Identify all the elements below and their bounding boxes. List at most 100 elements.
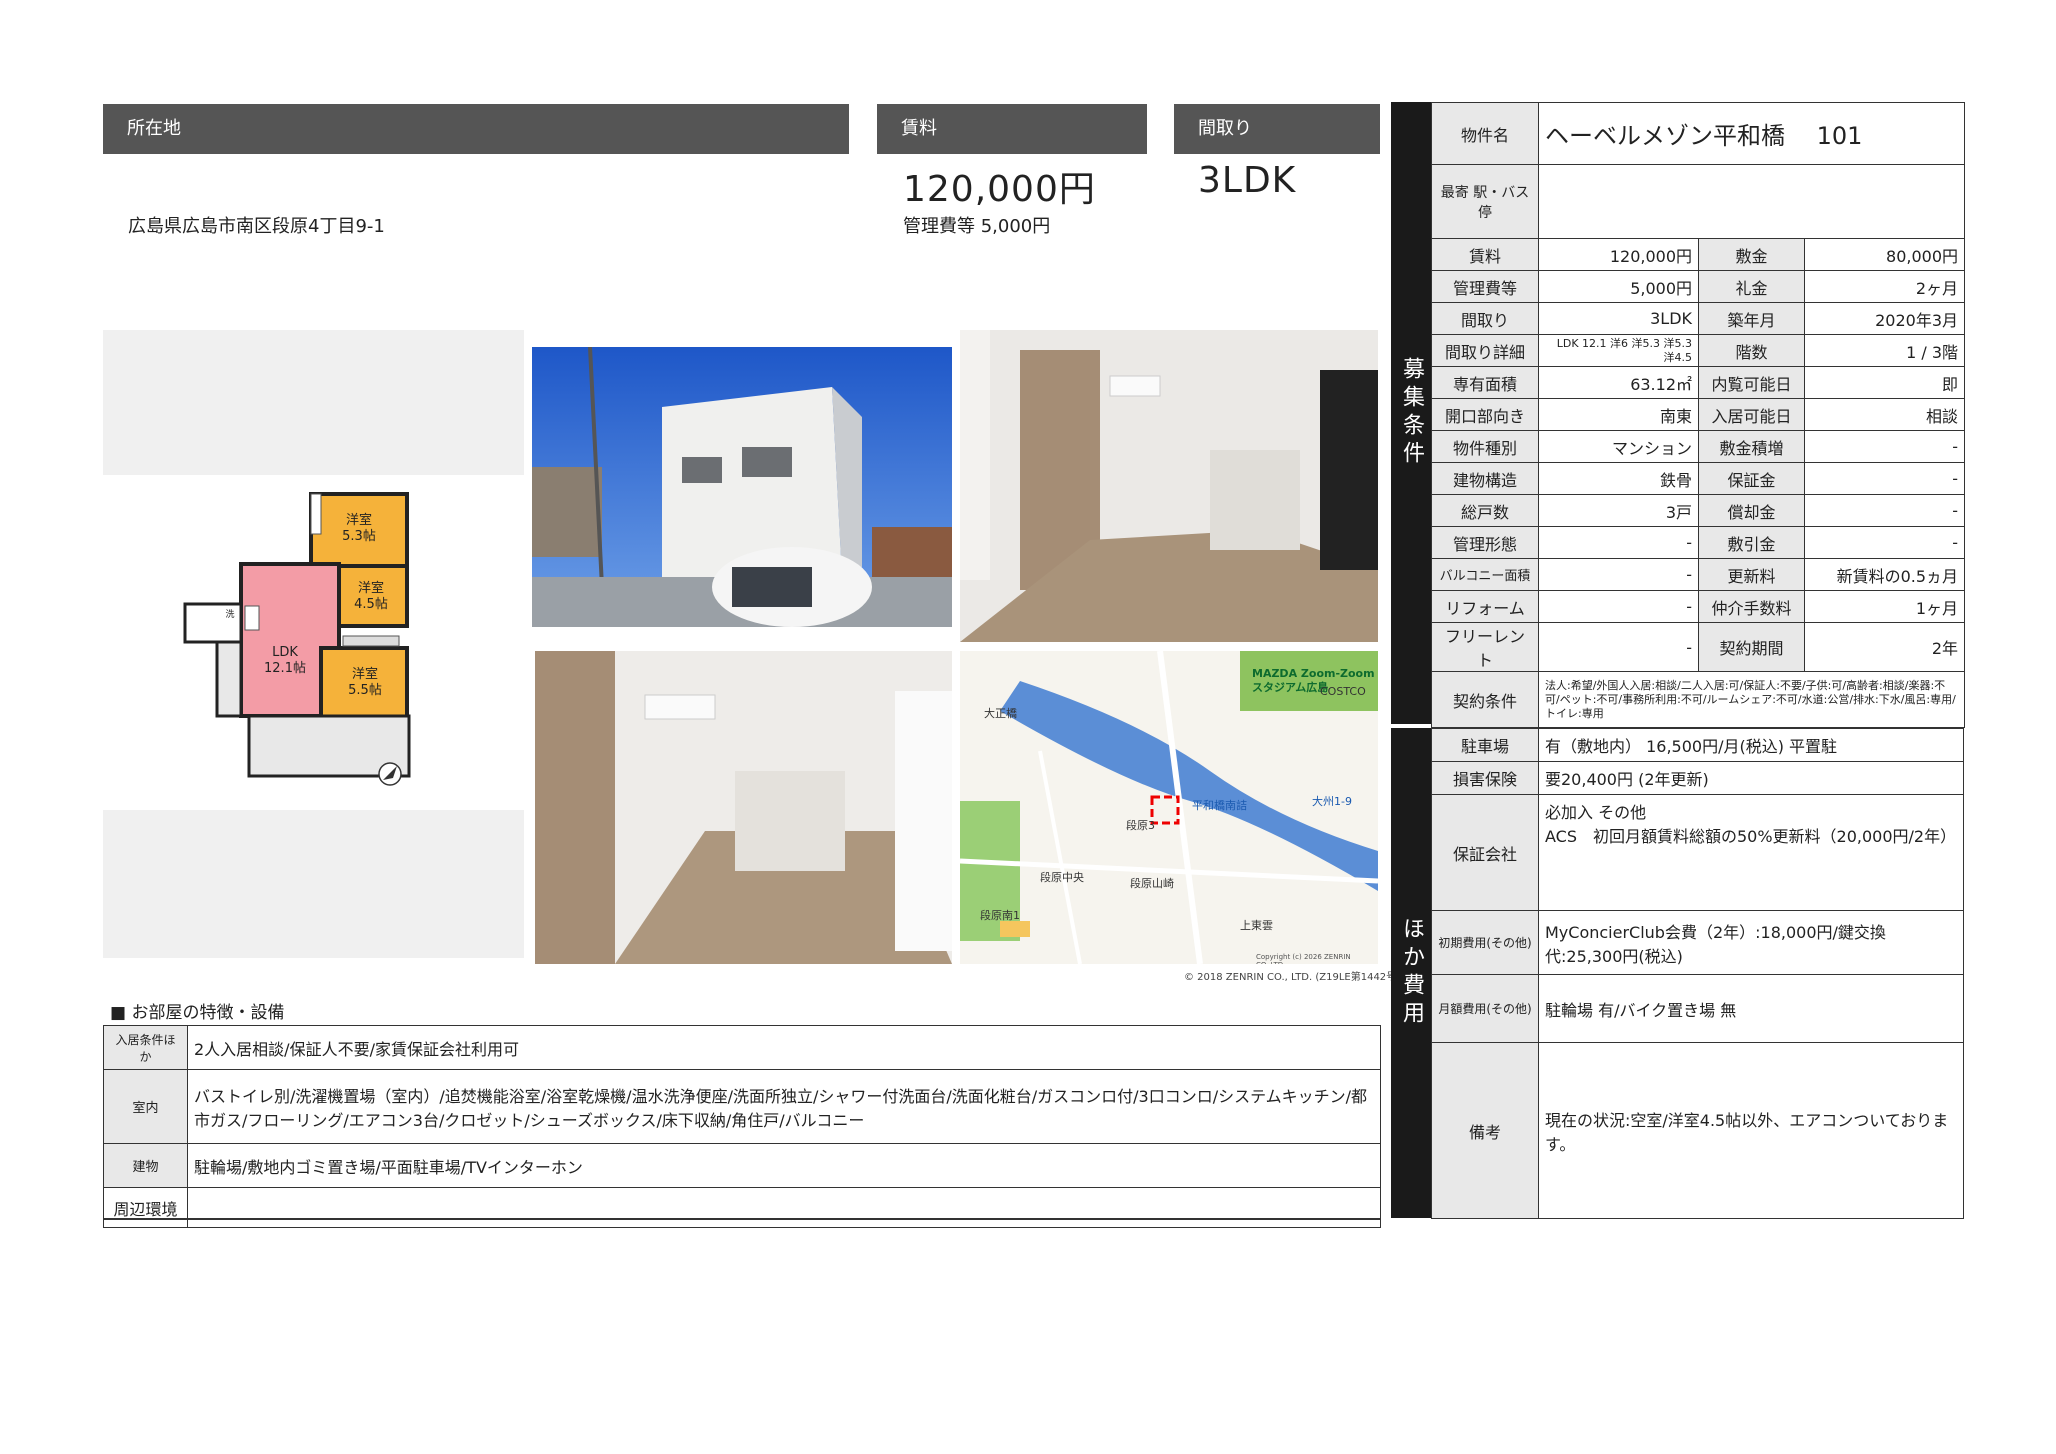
cond-label: 専有面積 bbox=[1431, 366, 1539, 399]
cond-value: - bbox=[1538, 558, 1699, 591]
cond-value: 新賃料の0.5ヵ月 bbox=[1803, 558, 1966, 591]
property-name-row: 物件名 ヘーベルメゾン平和橋 101 bbox=[1431, 102, 1966, 165]
cond-value: LDK 12.1 洋6 洋5.3 洋5.3 洋4.5 bbox=[1538, 334, 1699, 367]
features-value: 2人入居相談/保証人不要/家賃保証会社利用可 bbox=[187, 1025, 1381, 1070]
rent-label: 賃料 bbox=[901, 118, 937, 139]
floorplan-bottom-gray bbox=[103, 810, 524, 958]
map-label-3: 平和橋南詰 bbox=[1192, 799, 1247, 812]
contract-value: 法人:希望/外国人入居:相談/二人入居:可/保証人:不要/子供:可/高齢者:相談… bbox=[1537, 671, 1966, 728]
cond-label: 間取り bbox=[1431, 302, 1539, 335]
cond-value: 63.12㎡ bbox=[1538, 366, 1699, 399]
features-row: 建物 駐輪場/敷地内ゴミ置き場/平面駐車場/TVインターホン bbox=[103, 1143, 1381, 1188]
cost-label: 損害保険 bbox=[1431, 761, 1539, 795]
cond-value: - bbox=[1538, 526, 1699, 559]
cond-value: 5,000円 bbox=[1538, 270, 1699, 303]
cond-value: 2年 bbox=[1803, 622, 1966, 672]
cond-label: 管理費等 bbox=[1431, 270, 1539, 303]
cost-label: 駐車場 bbox=[1431, 728, 1539, 762]
cost-value: 駐輪場 有/バイク置き場 無 bbox=[1538, 974, 1964, 1043]
cost-value: 現在の状況:空室/洋室4.5帖以外、エアコンついております。 bbox=[1538, 1042, 1964, 1219]
cond-label: 物件種別 bbox=[1431, 430, 1539, 463]
cost-row: 月額費用(その他) 駐輪場 有/バイク置き場 無 bbox=[1431, 974, 1964, 1043]
cost-row: 初期費用(その他) MyConcierClub会費（2年）:18,000円/鍵交換… bbox=[1431, 910, 1964, 975]
cost-row: 損害保険 要20,400円 (2年更新) bbox=[1431, 761, 1964, 795]
cond-row: 賃料 120,000円 敷金 80,000円 bbox=[1431, 238, 1966, 271]
cond-label: 敷金 bbox=[1698, 238, 1805, 271]
room-label-4: 洋室 bbox=[352, 666, 378, 682]
cond-label: 総戸数 bbox=[1431, 494, 1539, 527]
cond-value: 120,000円 bbox=[1538, 238, 1699, 271]
cost-row: 駐車場 有（敷地内） 16,500円/月(税込) 平置駐 bbox=[1431, 728, 1964, 762]
cond-value: 1ヶ月 bbox=[1803, 590, 1966, 623]
cond-value: 南東 bbox=[1538, 398, 1699, 431]
cond-row: 開口部向き 南東 入居可能日 相談 bbox=[1431, 398, 1966, 431]
layout-value: 3LDK bbox=[1198, 160, 1297, 201]
cond-value: - bbox=[1538, 622, 1699, 672]
cond-label: 開口部向き bbox=[1431, 398, 1539, 431]
cond-row: 間取り詳細 LDK 12.1 洋6 洋5.3 洋5.3 洋4.5 階数 1 / 3階 bbox=[1431, 334, 1966, 367]
map-costco-label: COSTCO bbox=[1320, 685, 1366, 698]
station-label: 最寄 駅・バス停 bbox=[1431, 164, 1539, 239]
interior-photo-1 bbox=[960, 330, 1378, 642]
costs-side: ほか費用 bbox=[1391, 728, 1431, 1218]
cond-row: バルコニー面積 - 更新料 新賃料の0.5ヵ月 bbox=[1431, 558, 1966, 591]
conditions-table: 物件名 ヘーベルメゾン平和橋 101 最寄 駅・バス停 賃料 120,000円 敷金… bbox=[1431, 102, 1966, 728]
cond-value: - bbox=[1803, 462, 1966, 495]
features-row: 入居条件ほか 2人入居相談/保証人不要/家賃保証会社利用可 bbox=[103, 1025, 1381, 1070]
map-label-1: 段原3 bbox=[1126, 819, 1155, 832]
location-label: 所在地 bbox=[127, 118, 181, 139]
cond-row: リフォーム - 仲介手数料 1ヶ月 bbox=[1431, 590, 1966, 623]
cond-value: 2ヶ月 bbox=[1803, 270, 1966, 303]
location-header: 所在地 bbox=[103, 104, 849, 154]
cond-value: 相談 bbox=[1803, 398, 1966, 431]
cond-label: 入居可能日 bbox=[1698, 398, 1805, 431]
wash-label: 洗 bbox=[225, 608, 234, 620]
contract-row: 契約条件 法人:希望/外国人入居:相談/二人入居:可/保証人:不要/子供:可/高… bbox=[1431, 671, 1966, 728]
cond-label: 償却金 bbox=[1698, 494, 1805, 527]
floorplan-top-gray bbox=[103, 330, 524, 475]
cond-value: - bbox=[1803, 494, 1966, 527]
cond-label: リフォーム bbox=[1431, 590, 1539, 623]
cond-value: - bbox=[1803, 526, 1966, 559]
cond-row: 間取り 3LDK 築年月 2020年3月 bbox=[1431, 302, 1966, 335]
features-title: ■ お部屋の特徴・設備 bbox=[110, 1003, 285, 1023]
contract-label: 契約条件 bbox=[1431, 671, 1539, 728]
features-label: 入居条件ほか bbox=[103, 1025, 188, 1070]
cost-label: 備考 bbox=[1431, 1042, 1539, 1219]
cond-row: 総戸数 3戸 償却金 - bbox=[1431, 494, 1966, 527]
cost-value: 必加入 その他 ACS 初回月額賃料総額の50%更新料（20,000円/2年） bbox=[1538, 794, 1964, 911]
room-size-2: 4.5帖 bbox=[354, 597, 388, 612]
rent-header: 賃料 bbox=[877, 104, 1147, 154]
map-inner-copyright: Copyright (c) 2026 ZENRIN CO.,LTD. bbox=[1256, 953, 1351, 964]
cost-row: 備考 現在の状況:空室/洋室4.5帖以外、エアコンついております。 bbox=[1431, 1042, 1964, 1219]
room-label-2: 洋室 bbox=[358, 580, 384, 596]
cond-row: 専有面積 63.12㎡ 内覧可能日即 bbox=[1431, 366, 1966, 399]
management-fee: 管理費等 5,000円 bbox=[903, 216, 1051, 237]
cond-label: 賃料 bbox=[1431, 238, 1539, 271]
map-label-7: 上東雲 bbox=[1240, 919, 1273, 932]
room-label-1: 洋室 bbox=[346, 512, 372, 528]
property-name: ヘーベルメゾン平和橋 101 bbox=[1537, 102, 1966, 165]
map-label-4: 大州1-9 bbox=[1312, 795, 1352, 808]
features-row: 室内 バストイレ別/洗濯機置場（室内）/追焚機能浴室/浴室乾燥機/温水洗浄便座/… bbox=[103, 1069, 1381, 1144]
cond-value: - bbox=[1803, 430, 1966, 463]
cost-row: 保証会社 必加入 その他 ACS 初回月額賃料総額の50%更新料（20,000円/… bbox=[1431, 794, 1964, 911]
costs-table: 駐車場 有（敷地内） 16,500円/月(税込) 平置駐 損害保険 要20,400円… bbox=[1431, 728, 1964, 1219]
features-value: バストイレ別/洗濯機置場（室内）/追焚機能浴室/浴室乾燥機/温水洗浄便座/洗面所… bbox=[187, 1069, 1381, 1144]
features-value bbox=[187, 1187, 1381, 1228]
cost-label: 初期費用(その他) bbox=[1431, 910, 1539, 975]
cond-label: 間取り詳細 bbox=[1431, 334, 1539, 367]
cond-value: 80,000円 bbox=[1803, 238, 1966, 271]
map-label-2: 段原南1 bbox=[980, 909, 1020, 922]
cond-value: 2020年3月 bbox=[1803, 302, 1966, 335]
property-name-label: 物件名 bbox=[1431, 102, 1539, 165]
station-value bbox=[1537, 164, 1966, 239]
features-row: 周辺環境 bbox=[103, 1187, 1381, 1228]
cost-label: 月額費用(その他) bbox=[1431, 974, 1539, 1043]
cond-row: 管理形態 - 敷引金 - bbox=[1431, 526, 1966, 559]
cond-label: 管理形態 bbox=[1431, 526, 1539, 559]
cond-value: 鉄骨 bbox=[1538, 462, 1699, 495]
features-label: 周辺環境 bbox=[103, 1187, 188, 1228]
map-label-0: 大正橋 bbox=[984, 707, 1017, 720]
cond-label: 敷金積増 bbox=[1698, 430, 1805, 463]
